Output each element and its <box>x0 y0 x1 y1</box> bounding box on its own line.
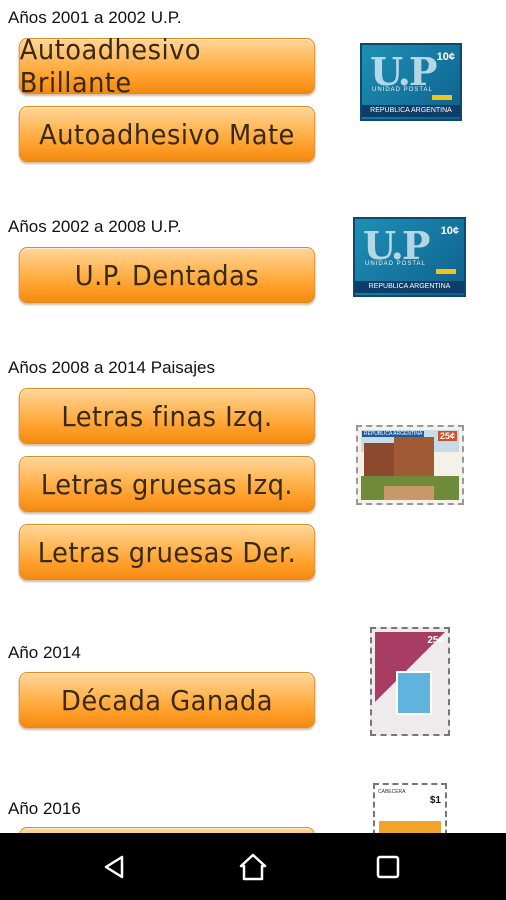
section-title-2002-2008: Años 2002 a 2008 U.P. <box>8 217 182 236</box>
section-title-2014: Año 2014 <box>8 643 81 662</box>
recents-button[interactable] <box>368 847 408 887</box>
letras-gruesas-der-button[interactable]: Letras gruesas Der. <box>18 524 316 580</box>
stamp-value: 10¢ <box>440 225 459 237</box>
recents-square-icon <box>376 855 400 879</box>
stamp-up-image: U.P 10¢ UNIDAD POSTAL REPUBLICA ARGENTIN… <box>360 43 462 121</box>
back-triangle-icon <box>104 855 124 879</box>
stamp-band-text: UNIDAD POSTAL <box>372 87 433 93</box>
stamp-yellow-strip <box>432 95 452 100</box>
stamp-yellow-strip <box>436 269 456 274</box>
stamp-value: 10¢ <box>436 51 455 63</box>
stamp-path <box>384 486 434 500</box>
home-button[interactable] <box>233 847 273 887</box>
stamp-value: 25¢ <box>427 635 444 646</box>
section-title-2016: Año 2016 <box>8 799 81 818</box>
stamp-building <box>396 671 432 715</box>
stamp-country-text: REPUBLICA ARGENTINA <box>362 105 460 117</box>
stamp-country-text: REPUBLICA ARGENTINA <box>362 431 425 437</box>
home-icon <box>239 853 267 881</box>
section-title-2001-2002: Años 2001 a 2002 U.P. <box>8 8 182 27</box>
stamp-country-text: REPUBLICA ARGENTINA <box>355 281 464 293</box>
stamp-up-dentadas-image: U.P 10¢ UNIDAD POSTAL REPUBLICA ARGENTIN… <box>353 217 466 297</box>
stamp-ruin-right <box>394 437 434 479</box>
system-navigation-bar <box>0 833 506 900</box>
letras-gruesas-izq-button[interactable]: Letras gruesas Izq. <box>18 456 316 512</box>
autoadhesivo-mate-button[interactable]: Autoadhesivo Mate <box>18 106 316 162</box>
decada-ganada-button[interactable]: Década Ganada <box>18 672 316 728</box>
up-dentadas-button[interactable]: U.P. Dentadas <box>18 247 316 303</box>
stamp-band-text: UNIDAD POSTAL <box>365 261 426 267</box>
section-title-2008-2014: Años 2008 a 2014 Paisajes <box>8 358 215 377</box>
stamp-paisaje-image: REPUBLICA ARGENTINA 25¢ <box>356 425 464 505</box>
stamp-ruin-left <box>364 443 394 479</box>
stamp-top-text: CABECERA <box>378 789 406 795</box>
autoadhesivo-brillante-button[interactable]: Autoadhesivo Brillante <box>18 33 316 99</box>
letras-finas-izq-button[interactable]: Letras finas Izq. <box>18 388 316 444</box>
stamp-value: $1 <box>429 795 441 806</box>
stamp-decada-image: 25¢ <box>370 627 450 736</box>
back-button[interactable] <box>95 847 135 887</box>
stamp-value: 25¢ <box>437 431 457 441</box>
